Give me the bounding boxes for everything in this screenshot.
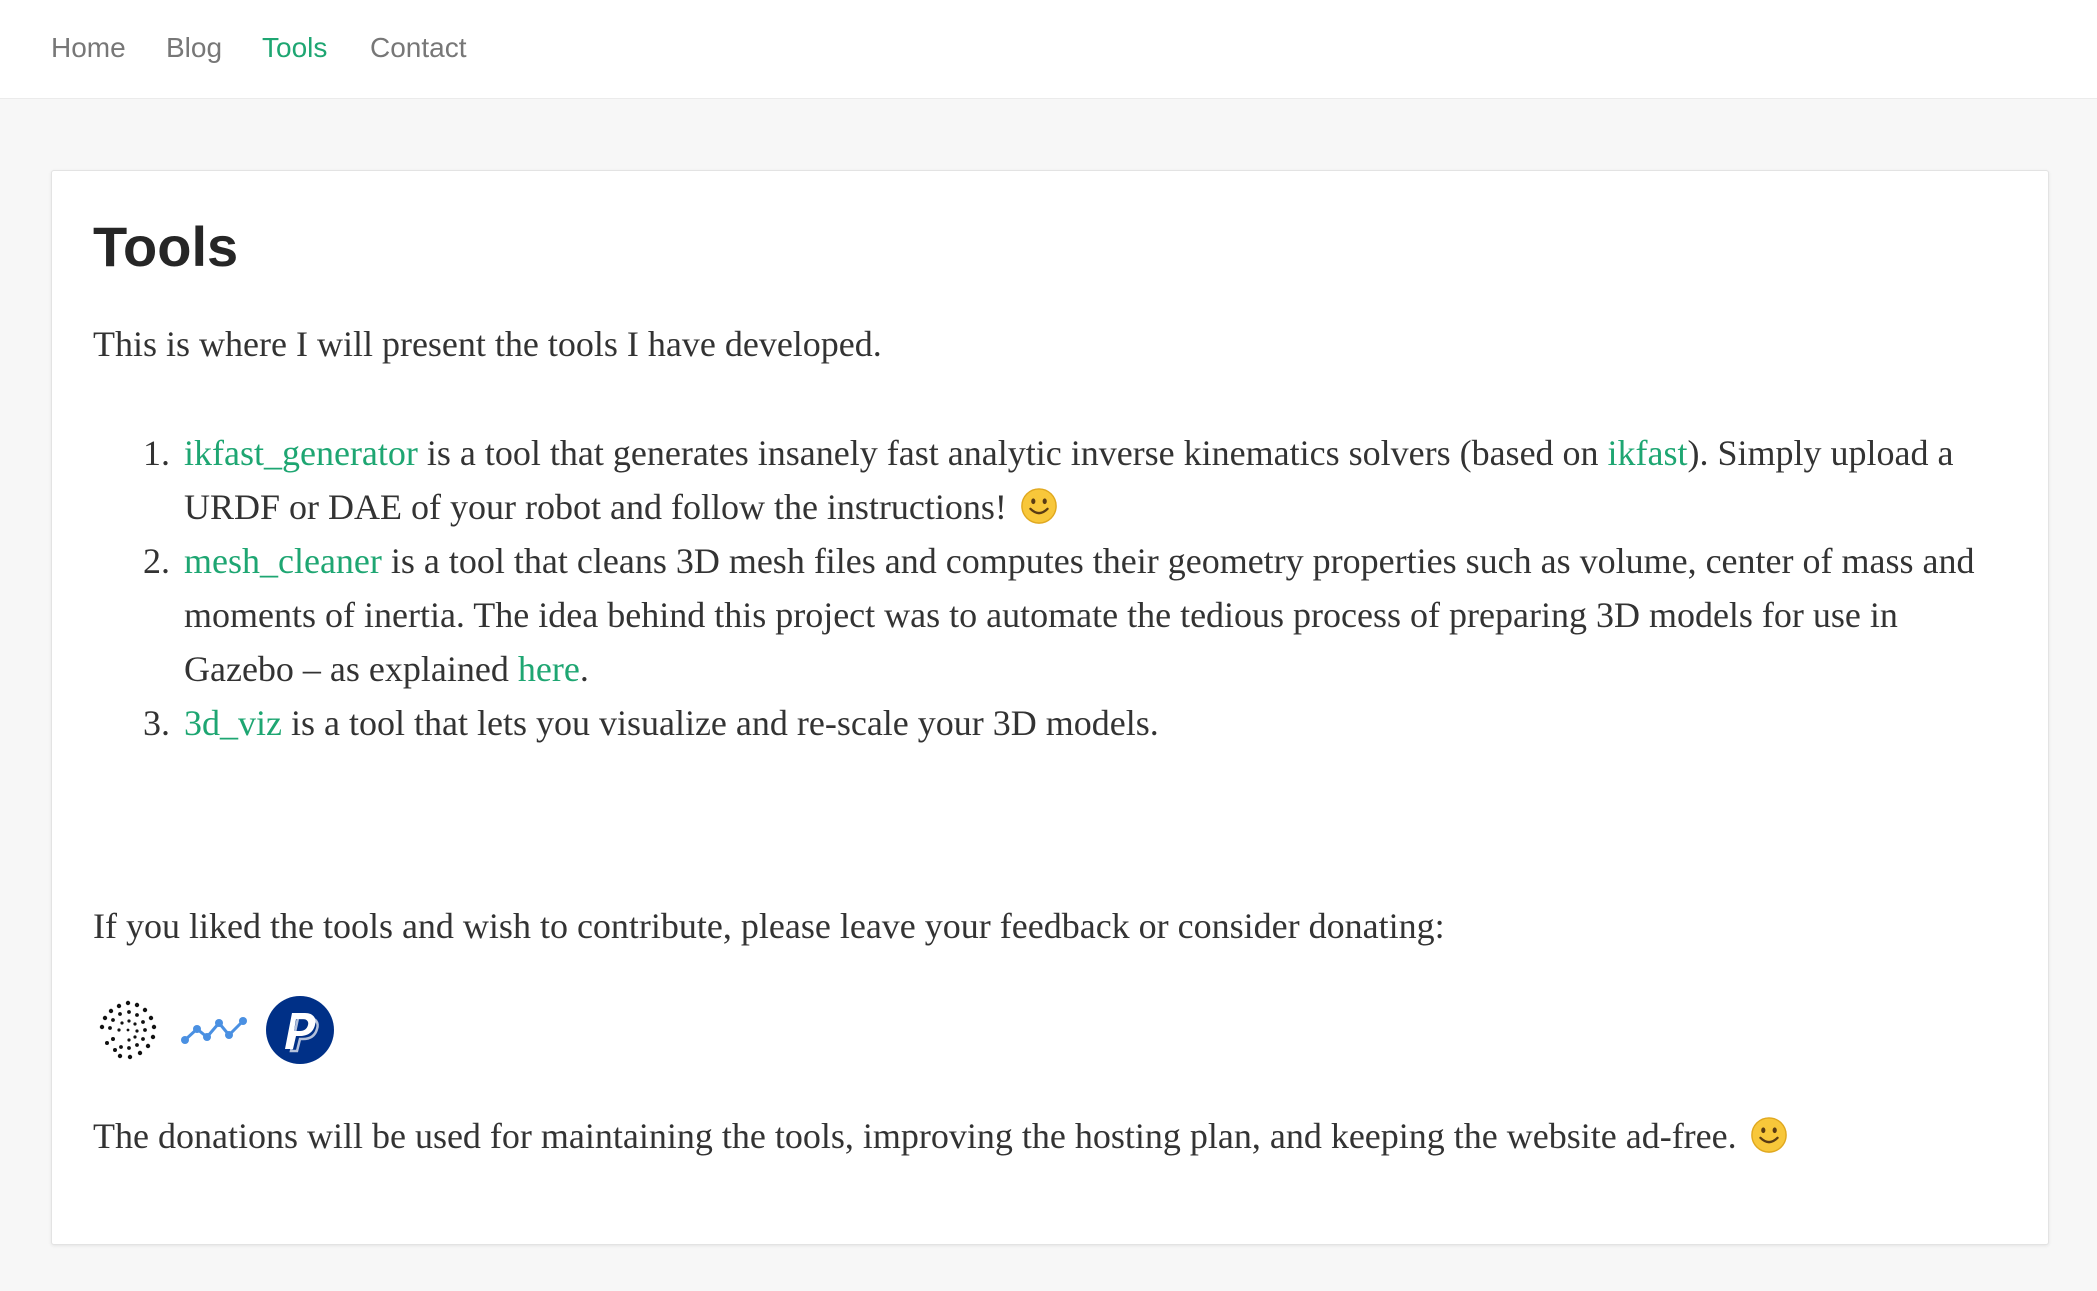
nano-icon[interactable]	[179, 995, 249, 1065]
content-card: Tools This is where I will present the t…	[51, 170, 2049, 1245]
3d-viz-link[interactable]: 3d_viz	[184, 703, 282, 743]
top-navigation: Home Blog Tools Contact	[0, 0, 2097, 99]
iota-icon[interactable]	[93, 995, 163, 1065]
here-link[interactable]: here	[518, 649, 580, 689]
tool-list-item-ikfast-generator: 1. ikfast_generator is a tool that genera…	[93, 426, 2013, 534]
intro-text: This is where I will present the tools I…	[93, 324, 882, 364]
donations-note-text: The donations will be used for maintaini…	[93, 1116, 1737, 1156]
nav-tools-link[interactable]: Tools	[262, 30, 327, 66]
tool-description: is a tool that generates insanely fast a…	[417, 433, 1608, 473]
tool-list-item-3d-viz: 3. 3d_viz is a tool that lets you visuali…	[93, 696, 2013, 750]
paypal-icon[interactable]	[265, 995, 335, 1065]
list-number: 3.	[143, 703, 170, 743]
donations-note: The donations will be used for maintaini…	[93, 1109, 1788, 1163]
list-number: 2.	[143, 541, 170, 581]
smiley-emoji-icon	[1750, 1117, 1787, 1153]
tool-description: is a tool that cleans 3D mesh files and …	[184, 541, 1975, 689]
nav-blog-link[interactable]: Blog	[166, 30, 222, 66]
nav-contact-link[interactable]: Contact	[370, 30, 467, 66]
list-number: 1.	[143, 433, 170, 473]
ikfast-link[interactable]: ikfast	[1608, 433, 1688, 473]
page-title: Tools	[93, 215, 239, 278]
tool-list-item-mesh-cleaner: 2. mesh_cleaner is a tool that cleans 3D …	[93, 534, 2013, 696]
smiley-emoji-icon	[1021, 488, 1057, 524]
ikfast-generator-link[interactable]: ikfast_generator	[184, 433, 418, 473]
mesh-cleaner-link[interactable]: mesh_cleaner	[184, 541, 382, 581]
contribute-text: If you liked the tools and wish to contr…	[93, 906, 1445, 946]
tool-description: is a tool that lets you visualize and re…	[281, 703, 1159, 743]
tool-description-end: .	[579, 649, 589, 689]
tool-list: 1. ikfast_generator is a tool that genera…	[93, 426, 2013, 750]
nav-home-link[interactable]: Home	[51, 30, 126, 66]
